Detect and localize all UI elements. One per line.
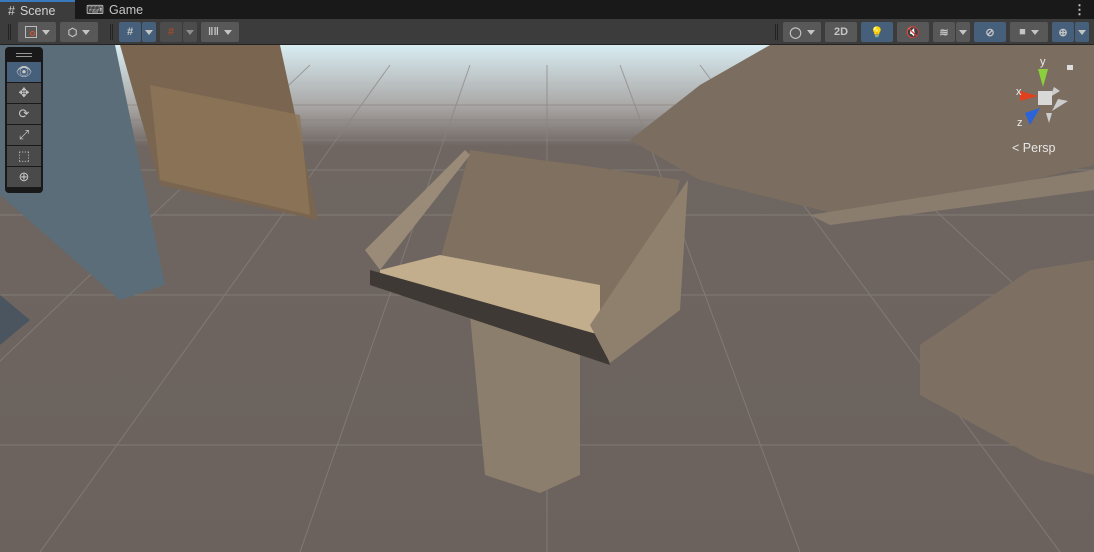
mute-icon: 🔇 — [906, 26, 920, 39]
ruler-dropdown[interactable]: ‖‖ — [201, 22, 239, 42]
grid-snap-dropdown[interactable] — [142, 22, 156, 42]
view-tool-button[interactable]: 👁 — [7, 62, 41, 82]
drag-handle[interactable] — [7, 48, 41, 62]
shading-dropdown[interactable]: ⬡ — [60, 22, 98, 42]
transform-icon: ⊕ — [18, 169, 30, 184]
circle-icon: ◯ — [789, 26, 802, 39]
scene-render[interactable] — [0, 45, 1094, 552]
lock-icon[interactable] — [1067, 65, 1073, 70]
transform-tool-button[interactable]: ⊕ — [7, 167, 41, 187]
tab-bar: # Scene ⌨ Game ⋮ — [0, 0, 1094, 19]
x-label: x — [1016, 86, 1022, 98]
grid-icon: # — [126, 26, 134, 38]
scene-viewport[interactable]: y x z < Persp — [0, 45, 1094, 552]
grid-hash-icon: # — [8, 3, 15, 18]
rotate-tool-button[interactable]: ⟳ — [7, 104, 41, 124]
draw-mode-dropdown[interactable] — [18, 22, 56, 42]
lighting-toggle[interactable]: 💡 — [861, 22, 893, 42]
layers-icon: ≋ — [939, 26, 949, 39]
increment-snap-button[interactable]: # — [160, 22, 182, 42]
camera-icon: ■ — [1019, 26, 1026, 38]
y-label: y — [1040, 56, 1046, 68]
z-label: z — [1017, 117, 1023, 129]
visibility-toggle[interactable]: ⊘ — [974, 22, 1006, 42]
2d-toggle[interactable]: 2D — [825, 22, 857, 42]
scale-tool-button[interactable]: ⤢ — [7, 125, 41, 145]
x-axis-cone[interactable] — [1020, 91, 1038, 101]
scale-icon: ⤢ — [18, 127, 30, 142]
lightbulb-icon: 💡 — [870, 26, 884, 39]
rect-icon: ⬚ — [17, 148, 31, 163]
rect-tool-button[interactable]: ⬚ — [7, 146, 41, 166]
globe-icon: ⊕ — [1058, 26, 1068, 39]
scene-toolbar: ⬡ # # ‖‖ ◯ 2D 💡 🔇 ≋ ⊘ ■ ⊕ — [0, 19, 1094, 45]
more-options-button[interactable]: ⋮ — [1073, 2, 1086, 18]
rotate-icon: ⟳ — [18, 106, 30, 121]
gizmos-toggle[interactable]: ⊕ — [1052, 22, 1074, 42]
magnet-grid-icon: # — [167, 26, 175, 38]
effects-dropdown[interactable] — [956, 22, 970, 42]
ruler-icon: ‖‖ — [208, 26, 219, 38]
eye-slash-icon: ⊘ — [985, 26, 995, 39]
gamepad-icon: ⌨ — [86, 3, 105, 17]
tool-palette: 👁 ✥ ⟳ ⤢ ⬚ ⊕ — [5, 47, 43, 193]
move-arrows-icon: ✥ — [18, 85, 30, 100]
draw-mode-icon — [24, 26, 37, 38]
camera-dropdown[interactable]: ■ — [1010, 22, 1048, 42]
y-axis-cone[interactable] — [1038, 69, 1048, 87]
orientation-gizmo[interactable]: y x z — [1000, 55, 1080, 130]
eye-icon: 👁 — [15, 64, 33, 79]
effects-toggle[interactable]: ≋ — [933, 22, 955, 42]
move-tool-button[interactable]: ✥ — [7, 83, 41, 103]
grid-snap-button[interactable]: # — [119, 22, 141, 42]
tab-scene[interactable]: # Scene — [0, 0, 75, 19]
z-axis-cone[interactable] — [1025, 108, 1040, 125]
render-mode-dropdown[interactable]: ◯ — [783, 22, 821, 42]
projection-toggle[interactable]: < Persp — [1012, 141, 1055, 155]
tab-game[interactable]: ⌨ Game — [78, 0, 151, 19]
center-cube[interactable] — [1038, 91, 1052, 105]
gizmos-dropdown[interactable] — [1075, 22, 1089, 42]
increment-snap-dropdown[interactable] — [183, 22, 197, 42]
audio-toggle[interactable]: 🔇 — [897, 22, 929, 42]
cube-icon: ⬡ — [67, 26, 78, 39]
